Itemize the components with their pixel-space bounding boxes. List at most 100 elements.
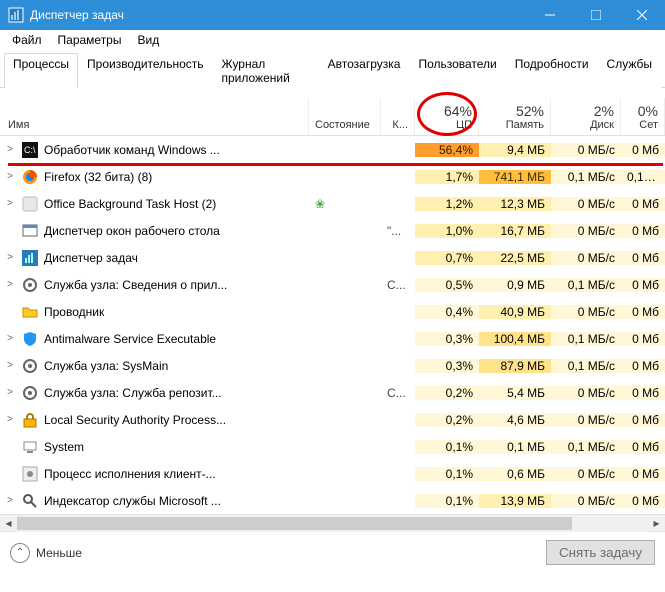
expand-chevron-icon[interactable]: > [4, 171, 16, 182]
app-icon [8, 7, 24, 23]
col-network[interactable]: 0%Сет [621, 98, 665, 135]
expand-chevron-icon[interactable]: > [4, 279, 16, 290]
minimize-button[interactable] [527, 0, 573, 30]
process-name: Служба узла: Сведения о прил... [44, 278, 227, 292]
cell-status: ❀ [309, 197, 381, 211]
cell-network: 0,1 Мб [621, 170, 665, 184]
cell-cpu: 0,1% [415, 494, 479, 508]
process-row[interactable]: >Индексатор службы Microsoft ...0,1%13,9… [0, 487, 665, 514]
col-name[interactable]: Имя [0, 98, 309, 135]
col-memory[interactable]: 52%Память [479, 98, 551, 135]
fewer-details-button[interactable]: ⌃ Меньше [10, 543, 82, 563]
cell-memory: 4,6 МБ [479, 413, 551, 427]
fewer-label: Меньше [36, 546, 82, 560]
process-icon [22, 358, 38, 374]
process-name: System [44, 440, 84, 454]
process-row[interactable]: >Служба узла: Сведения о прил...С...0,5%… [0, 271, 665, 298]
horizontal-scrollbar[interactable]: ◂ ▸ [0, 514, 665, 531]
cell-network: 0 Мб [621, 386, 665, 400]
tabstrip: Процессы Производительность Журнал прило… [0, 52, 665, 88]
cell-network: 0 Мб [621, 494, 665, 508]
cell-disk: 0 МБ/с [551, 386, 621, 400]
process-row[interactable]: >Диспетчер задач0,7%22,5 МБ0 МБ/с0 Мб [0, 244, 665, 271]
process-row[interactable]: >Office Background Task Host (2)❀1,2%12,… [0, 190, 665, 217]
col-disk[interactable]: 2%Диск [551, 98, 621, 135]
tab-details[interactable]: Подробности [506, 53, 598, 88]
process-row[interactable]: > Local Security Authority Process... 0,2%… [0, 406, 665, 433]
cell-cpu: 0,3% [415, 359, 479, 373]
process-row[interactable]: Процесс исполнения клиент-...0,1%0,6 МБ0… [0, 460, 665, 487]
scroll-left-icon[interactable]: ◂ [0, 515, 17, 532]
expand-chevron-icon[interactable]: > [4, 360, 16, 371]
expand-chevron-icon[interactable]: > [4, 252, 16, 263]
process-name: Служба узла: SysMain [44, 359, 168, 373]
process-icon [22, 304, 38, 320]
cell-network: 0 Мб [621, 305, 665, 319]
process-name: Диспетчер окон рабочего стола [44, 224, 220, 238]
process-row[interactable]: Проводник0,4%40,9 МБ0 МБ/с0 Мб [0, 298, 665, 325]
tab-users[interactable]: Пользователи [409, 53, 505, 88]
cell-disk: 0,1 МБ/с [551, 359, 621, 373]
menu-view[interactable]: Вид [129, 31, 167, 49]
menu-options[interactable]: Параметры [50, 31, 130, 49]
process-icon [22, 250, 38, 266]
col-status[interactable]: Состояние [309, 98, 381, 135]
process-row[interactable]: >Служба узла: SysMain0,3%87,9 МБ0,1 МБ/с… [0, 352, 665, 379]
cell-memory: 16,7 МБ [479, 224, 551, 238]
cell-network: 0 Мб [621, 251, 665, 265]
expand-chevron-icon[interactable]: > [4, 414, 16, 425]
tab-processes[interactable]: Процессы [4, 53, 78, 88]
col-trunc[interactable]: К... [381, 98, 415, 135]
scroll-right-icon[interactable]: ▸ [648, 515, 665, 532]
process-icon [22, 493, 38, 509]
cell-cpu: 0,1% [415, 440, 479, 454]
expand-chevron-icon[interactable]: > [4, 495, 16, 506]
process-icon [22, 466, 38, 482]
end-task-button[interactable]: Снять задачу [546, 540, 655, 565]
process-icon [22, 223, 38, 239]
process-row[interactable]: Диспетчер окон рабочего стола"...1,0%16,… [0, 217, 665, 244]
tab-performance[interactable]: Производительность [78, 53, 212, 88]
tab-app-history[interactable]: Журнал приложений [213, 53, 319, 88]
process-icon [22, 196, 38, 212]
cell-memory: 0,6 МБ [479, 467, 551, 481]
cell-cpu: 1,2% [415, 197, 479, 211]
process-row[interactable]: System0,1%0,1 МБ0,1 МБ/с0 Мб [0, 433, 665, 460]
cell-disk: 0 МБ/с [551, 143, 621, 157]
process-icon [22, 277, 38, 293]
expand-chevron-icon[interactable]: > [4, 387, 16, 398]
cell-network: 0 Мб [621, 278, 665, 292]
process-row[interactable]: >C:\Обработчик команд Windows ...56,4%9,… [0, 136, 665, 163]
process-name: Local Security Authority Process... [44, 413, 226, 427]
process-name: Процесс исполнения клиент-... [44, 467, 216, 481]
cell-memory: 12,3 МБ [479, 197, 551, 211]
eco-leaf-icon: ❀ [315, 197, 325, 211]
tab-services[interactable]: Службы [598, 53, 661, 88]
process-row[interactable]: >Firefox (32 бита) (8)1,7%741,1 МБ0,1 МБ… [0, 163, 665, 190]
process-row[interactable]: >Служба узла: Служба репозит...С...0,2%5… [0, 379, 665, 406]
cell-trunc: С... [381, 278, 415, 292]
expand-chevron-icon[interactable]: > [4, 144, 16, 155]
cell-network: 0 Мб [621, 413, 665, 427]
col-cpu[interactable]: ⌄ 64% ЦП [415, 98, 479, 135]
cell-memory: 741,1 МБ [479, 170, 551, 184]
cell-disk: 0 МБ/с [551, 494, 621, 508]
close-button[interactable] [619, 0, 665, 30]
menu-file[interactable]: Файл [4, 31, 50, 49]
menubar: Файл Параметры Вид [0, 30, 665, 50]
maximize-button[interactable] [573, 0, 619, 30]
cell-disk: 0,1 МБ/с [551, 440, 621, 454]
cell-cpu: 0,2% [415, 386, 479, 400]
process-row[interactable]: >Antimalware Service Executable0,3%100,4… [0, 325, 665, 352]
scroll-thumb[interactable] [17, 517, 572, 530]
cell-cpu: 0,2% [415, 413, 479, 427]
process-icon [22, 331, 38, 347]
cell-network: 0 Мб [621, 197, 665, 211]
tab-startup[interactable]: Автозагрузка [319, 53, 410, 88]
cell-cpu: 0,3% [415, 332, 479, 346]
sort-chevron-icon: ⌄ [443, 100, 451, 111]
scroll-track[interactable] [17, 515, 648, 532]
window-title: Диспетчер задач [30, 8, 124, 22]
expand-chevron-icon[interactable]: > [4, 198, 16, 209]
expand-chevron-icon[interactable]: > [4, 333, 16, 344]
